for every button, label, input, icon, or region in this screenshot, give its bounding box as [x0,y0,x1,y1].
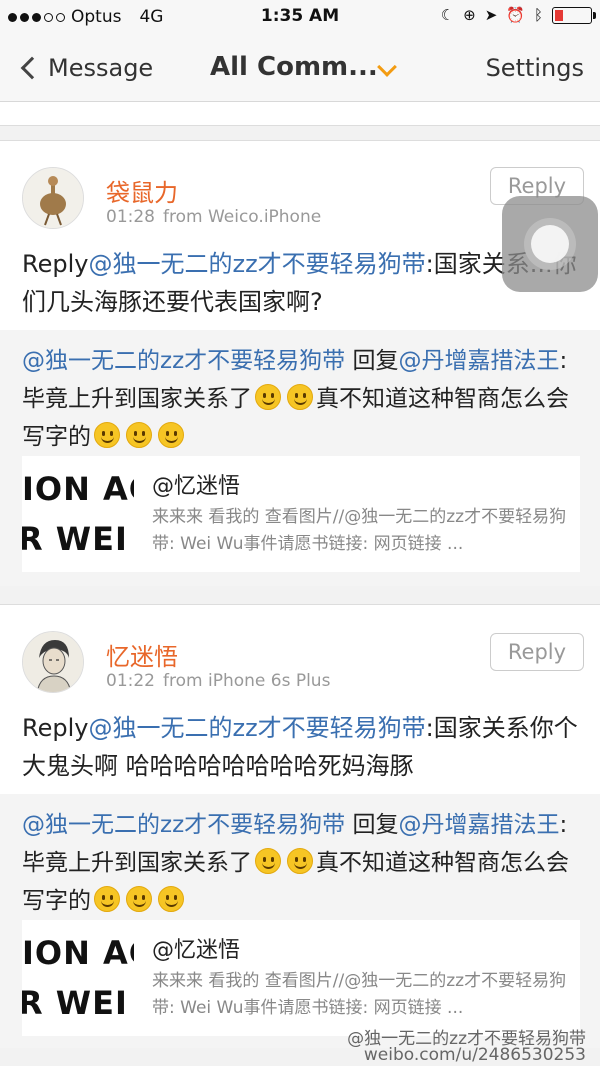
mention-link[interactable]: @独一无二的zz才不要轻易狗带 [22,812,345,838]
link-thumbnail: ION AG R WEI W [22,456,134,572]
back-label: Message [48,54,154,82]
smile-emoji-icon [126,886,152,912]
comment-card: 忆迷悟 01:22 from iPhone 6s Plus Reply Reply… [0,604,600,794]
username[interactable]: 袋鼠力 [106,173,178,208]
alarm-icon: ⏰ [506,6,525,24]
reply-prefix: Reply [22,714,89,742]
location-icon: ➤ [484,6,498,24]
smile-emoji-icon [126,422,152,448]
previous-card-edge [0,102,600,126]
ostrich-avatar-icon [23,168,83,228]
link-title: @忆迷悟 [152,938,241,963]
avatar[interactable] [22,167,84,229]
smile-emoji-icon [255,384,281,410]
reply-word: 回复 [345,812,399,838]
quoted-post[interactable]: @独一无二的zz才不要轻易狗带 回复@丹增嘉措法王: 毕竟上升到国家关系了 真不知… [0,330,600,586]
avatar[interactable] [22,631,84,693]
thumbnail-text: ION AG [22,470,134,508]
mention-link[interactable]: @独一无二的zz才不要轻易狗带 [22,348,345,374]
battery-icon [552,6,596,24]
comment-source: from iPhone 6s Plus [163,671,331,691]
smile-emoji-icon [94,886,120,912]
thumbnail-text: ION AG [22,934,134,972]
username[interactable]: 忆迷悟 [106,637,178,672]
comment-meta: 01:22 from iPhone 6s Plus [106,671,330,691]
smile-emoji-icon [94,422,120,448]
moon-icon: ☾ [440,6,455,24]
link-title: @忆迷悟 [152,474,241,499]
chevron-left-icon [20,56,44,80]
mention-link[interactable]: @独一无二的zz才不要轻易狗带 [88,250,425,278]
smile-emoji-icon [158,886,184,912]
smile-emoji-icon [158,422,184,448]
back-button[interactable]: Message [18,54,153,82]
comment-time: 01:22 [106,671,155,691]
link-description: 来来来 看我的 查看图片//@独一无二的zz才不要轻易狗带: Wei Wu事件请… [152,507,567,554]
link-card[interactable]: ION AG R WEI W @忆迷悟 来来来 看我的 查看图片//@独一无二的… [22,920,580,1036]
comment-meta: 01:28 from Weico.iPhone [106,207,321,227]
comment-source: from Weico.iPhone [163,207,322,227]
comment-text: Reply@独一无二的zz才不要轻易狗带:国家关系你个大鬼头啊 哈哈哈哈哈哈哈哈… [22,709,580,785]
reply-word: 回复 [345,348,399,374]
watermark-url: weibo.com/u/2486530253 [363,1045,586,1065]
smile-emoji-icon [287,384,313,410]
status-bar: Optus 4G 1:35 AM ☾ ⊕ ➤ ⏰ ᛒ [0,0,600,36]
assistive-touch-button[interactable] [502,196,598,292]
thumbnail-text: R WEI W [22,520,134,558]
thumbnail-text: R WEI W [22,984,134,1022]
mention-link[interactable]: @独一无二的zz才不要轻易狗带 [88,714,425,742]
quoted-text: @独一无二的zz才不要轻易狗带 回复@丹增嘉措法王: 毕竟上升到国家关系了 真不知… [22,342,582,456]
link-thumbnail: ION AG R WEI W [22,920,134,1036]
settings-button[interactable]: Settings [486,54,584,82]
quoted-text: @独一无二的zz才不要轻易狗带 回复@丹增嘉措法王: 毕竟上升到国家关系了 真不知… [22,806,582,920]
mention-link[interactable]: @丹增嘉措法王 [398,812,559,838]
rotation-lock-icon: ⊕ [463,6,476,24]
navigation-bar: Message All Comm... Settings [0,36,600,102]
reply-prefix: Reply [22,250,89,278]
sketch-portrait-avatar-icon [23,632,83,692]
smile-emoji-icon [255,848,281,874]
page-title[interactable]: All Comm... [210,52,378,82]
smile-emoji-icon [287,848,313,874]
link-description: 来来来 看我的 查看图片//@独一无二的zz才不要轻易狗带: Wei Wu事件请… [152,971,567,1018]
quoted-post[interactable]: @独一无二的zz才不要轻易狗带 回复@丹增嘉措法王: 毕竟上升到国家关系了 真不知… [0,794,600,1048]
reply-button[interactable]: Reply [490,633,584,671]
bluetooth-icon: ᛒ [533,6,543,24]
comment-time: 01:28 [106,207,155,227]
status-icons: ☾ ⊕ ➤ ⏰ ᛒ [440,6,596,24]
mention-link[interactable]: @丹增嘉措法王 [398,348,559,374]
link-card[interactable]: ION AG R WEI W @忆迷悟 来来来 看我的 查看图片//@独一无二的… [22,456,580,572]
chevron-down-icon[interactable] [377,57,397,77]
comment-text: Reply@独一无二的zz才不要轻易狗带:国家关系...你们几头海豚还要代表国家… [22,245,580,321]
